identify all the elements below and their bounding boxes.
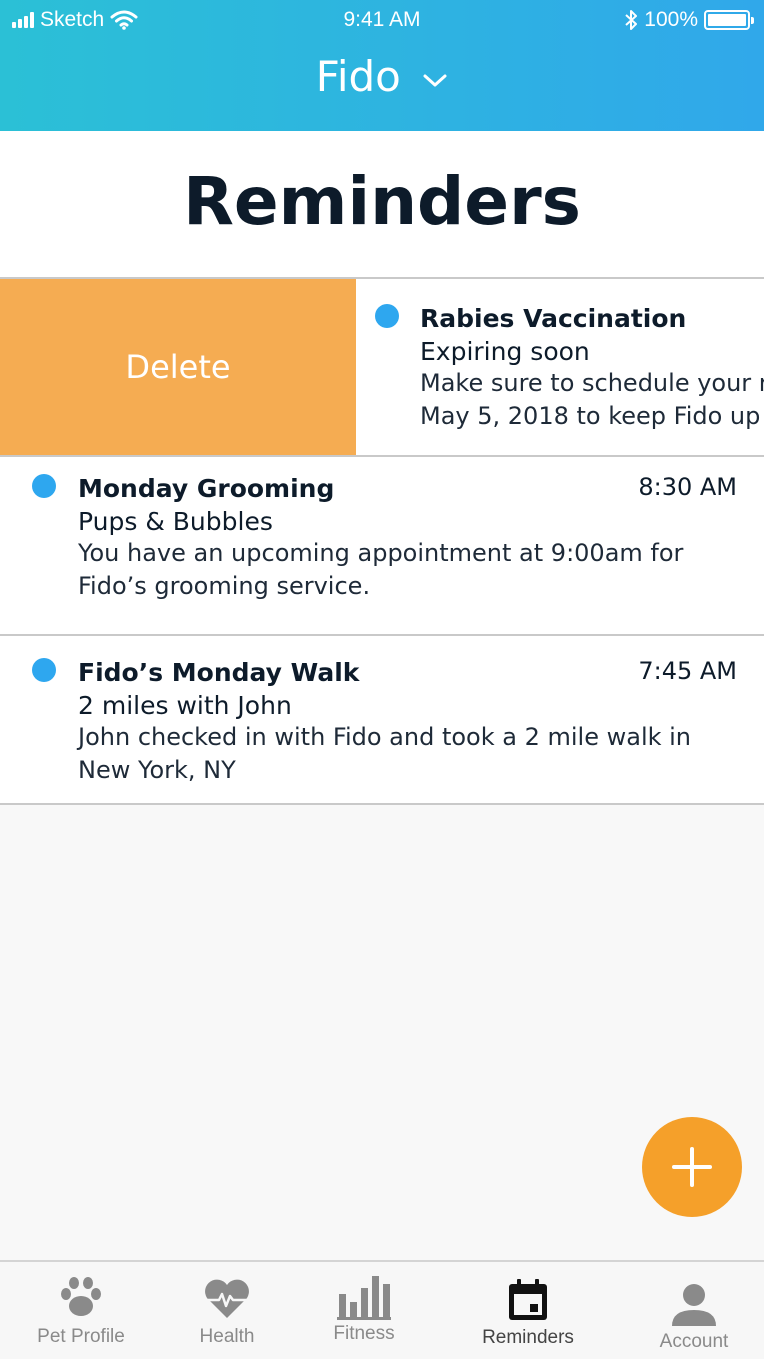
tab-label: Account: [659, 1331, 729, 1352]
reminder-body-line: John checked in with Fido and took a 2 m…: [78, 723, 692, 751]
reminder-row[interactable]: Monday Grooming 8:30 AM Pups & Bubbles Y…: [0, 457, 764, 634]
reminder-body-line: May 5, 2018 to keep Fido up: [420, 402, 761, 430]
unread-dot: [375, 304, 399, 328]
reminder-body: You have an upcoming appointment at 9:00…: [78, 537, 738, 603]
tab-label: Reminders: [482, 1327, 574, 1348]
page-title: Reminders: [183, 163, 581, 240]
battery-percent: 100%: [644, 8, 698, 31]
bar-chart-icon: [337, 1276, 391, 1320]
add-reminder-button[interactable]: [642, 1117, 742, 1217]
status-bar-right: 100%: [624, 8, 754, 32]
reminder-body-line: New York, NY: [78, 756, 236, 784]
tab-account[interactable]: Account: [618, 1262, 764, 1359]
reminder-body-line: Make sure to schedule your r: [420, 369, 764, 397]
delete-button[interactable]: Delete: [0, 279, 356, 455]
chevron-down-icon: [423, 74, 447, 86]
unread-dot: [32, 474, 56, 498]
tab-health[interactable]: Health: [151, 1262, 303, 1359]
reminder-body-line: Fido’s grooming service.: [78, 572, 371, 600]
tab-label: Pet Profile: [37, 1326, 125, 1347]
reminder-subtitle: 2 miles with John: [78, 691, 292, 720]
unread-dot: [32, 658, 56, 682]
pet-name: Fido: [315, 52, 401, 101]
reminder-title: Rabies Vaccination: [420, 304, 687, 333]
tab-fitness[interactable]: Fitness: [288, 1262, 440, 1359]
calendar-icon: [509, 1279, 547, 1320]
reminder-body: John checked in with Fido and took a 2 m…: [78, 721, 738, 787]
reminder-body-line: You have an upcoming appointment at 9:00…: [78, 539, 684, 567]
person-icon: [672, 1284, 716, 1326]
reminder-subtitle: Pups & Bubbles: [78, 507, 273, 536]
reminder-time: 8:30 AM: [638, 473, 737, 501]
bluetooth-icon: [625, 10, 638, 30]
battery-icon: [704, 10, 754, 30]
tab-reminders[interactable]: Reminders: [452, 1262, 604, 1359]
divider: [0, 803, 764, 805]
status-bar: Sketch 9:41 AM 100%: [0, 0, 764, 42]
reminder-subtitle: Expiring soon: [420, 337, 590, 366]
tab-label: Health: [199, 1326, 255, 1347]
heart-pulse-icon: [205, 1279, 249, 1318]
tab-label: Fitness: [333, 1323, 395, 1344]
reminder-row[interactable]: Fido’s Monday Walk 7:45 AM 2 miles with …: [0, 636, 764, 803]
paw-icon: [61, 1277, 101, 1316]
reminder-body: Make sure to schedule your r May 5, 2018…: [420, 367, 764, 433]
reminder-time: 7:45 AM: [638, 657, 737, 685]
tab-bar: Pet Profile Health Fitness Reminders Acc…: [0, 1260, 764, 1359]
app-header: Sketch 9:41 AM 100% Fido: [0, 0, 764, 131]
reminder-row-swiped[interactable]: Delete Rabies Vaccination Expiring soon …: [0, 279, 764, 455]
tab-pet-profile[interactable]: Pet Profile: [5, 1262, 157, 1359]
pet-selector[interactable]: Fido: [0, 52, 764, 101]
reminder-title: Monday Grooming: [78, 474, 335, 503]
reminder-title: Fido’s Monday Walk: [78, 658, 360, 687]
